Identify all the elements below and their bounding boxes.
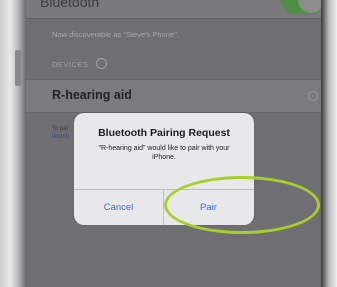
toggle-knob xyxy=(298,0,321,13)
device-row-r-hearing-aid[interactable]: R-hearing aid xyxy=(26,79,321,113)
discoverable-text: Now discoverable as "Steve's Phone". xyxy=(52,30,179,39)
footer-help-text: To pai Watch xyxy=(52,125,69,141)
loading-icon xyxy=(308,91,318,101)
footer-prefix: To pai xyxy=(52,126,69,132)
phone-side-button xyxy=(15,50,21,86)
device-name: R-hearing aid xyxy=(52,88,132,102)
activity-spinner-icon xyxy=(96,58,107,69)
cancel-button[interactable]: Cancel xyxy=(74,190,163,225)
bluetooth-toggle[interactable] xyxy=(281,0,321,14)
phone-frame-left xyxy=(0,0,26,287)
bluetooth-toggle-row: Bluetooth xyxy=(26,0,321,19)
alert-message: "R-hearing aid" would like to pair with … xyxy=(98,145,230,161)
phone-frame-right xyxy=(321,0,337,287)
bluetooth-label: Bluetooth xyxy=(40,0,100,10)
footer-watch-link[interactable]: Watch xyxy=(52,133,69,141)
devices-section-header: DEVICES xyxy=(52,60,89,69)
alert-title: Bluetooth Pairing Request xyxy=(98,127,230,139)
pair-highlight-ring xyxy=(164,176,320,234)
